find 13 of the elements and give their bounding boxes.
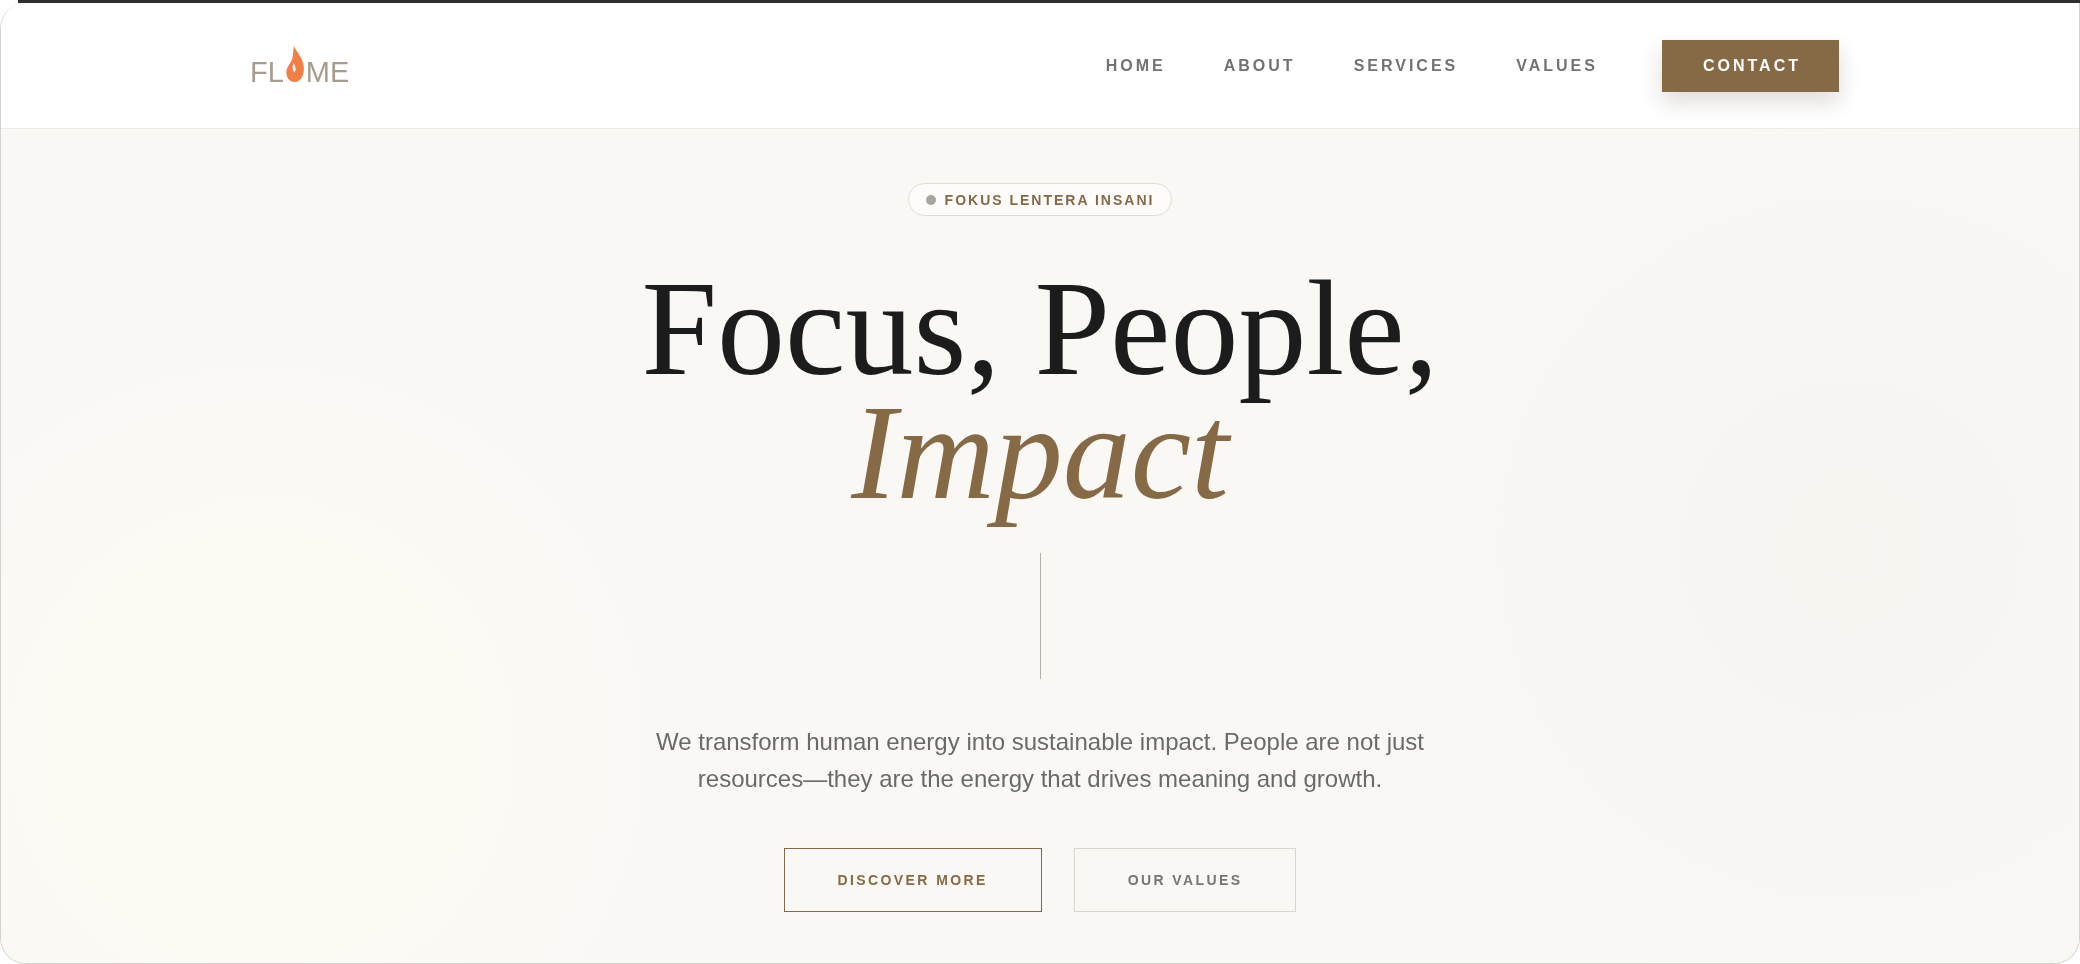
nav-link[interactable]: VALUES bbox=[1516, 56, 1598, 75]
flame-icon bbox=[284, 46, 305, 82]
nav-link[interactable]: HOME bbox=[1105, 56, 1166, 75]
nav-link[interactable]: ABOUT bbox=[1223, 56, 1296, 75]
hero-title: Focus, People, Impact bbox=[640, 266, 1440, 529]
logo-link[interactable]: FL ME bbox=[250, 46, 350, 87]
our-values-button[interactable]: OUR VALUES bbox=[1073, 848, 1297, 912]
hero-description: We transform human energy into sustainable impact. People are not just resources—they are the energy that drives meaning and growth. bbox=[655, 727, 1425, 794]
discover-more-button[interactable]: DISCOVER MORE bbox=[783, 848, 1042, 912]
nav-link[interactable]: SERVICES bbox=[1353, 56, 1459, 75]
dot-icon bbox=[925, 194, 936, 205]
contact-button[interactable]: CONTACT bbox=[1661, 39, 1839, 92]
badge-label: FOKUS LENTERA INSANI bbox=[944, 191, 1155, 208]
